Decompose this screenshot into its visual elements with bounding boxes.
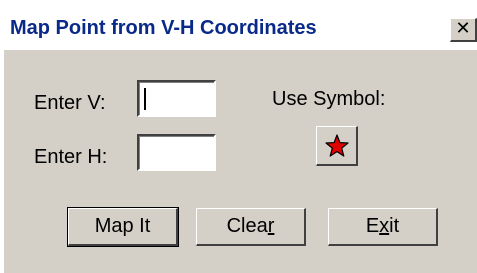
use-symbol-label: Use Symbol: (272, 88, 386, 110)
close-icon: ✕ (455, 18, 471, 39)
map-it-button[interactable]: Map It (67, 207, 179, 247)
window-title: Map Point from V-H Coordinates (10, 17, 317, 39)
exit-button[interactable]: Exit (328, 208, 438, 246)
map-it-label: Map It (94, 215, 151, 237)
h-coordinate-input[interactable] (137, 134, 216, 171)
map-point-dialog: Map Point from V-H Coordinates ✕ Enter V… (4, 8, 477, 273)
close-button[interactable]: ✕ (450, 18, 477, 42)
symbol-picker-button[interactable] (316, 126, 358, 166)
title-bar[interactable]: Map Point from V-H Coordinates ✕ (4, 8, 477, 50)
enter-h-label: Enter H: (34, 146, 108, 168)
v-coordinate-input[interactable] (137, 80, 216, 117)
exit-label: Exit (365, 215, 400, 237)
enter-v-label: Enter V: (34, 92, 106, 114)
clear-button[interactable]: Clear (196, 208, 306, 246)
text-caret (144, 88, 146, 110)
clear-label: Clear (226, 215, 275, 237)
red-star-icon (325, 134, 349, 157)
